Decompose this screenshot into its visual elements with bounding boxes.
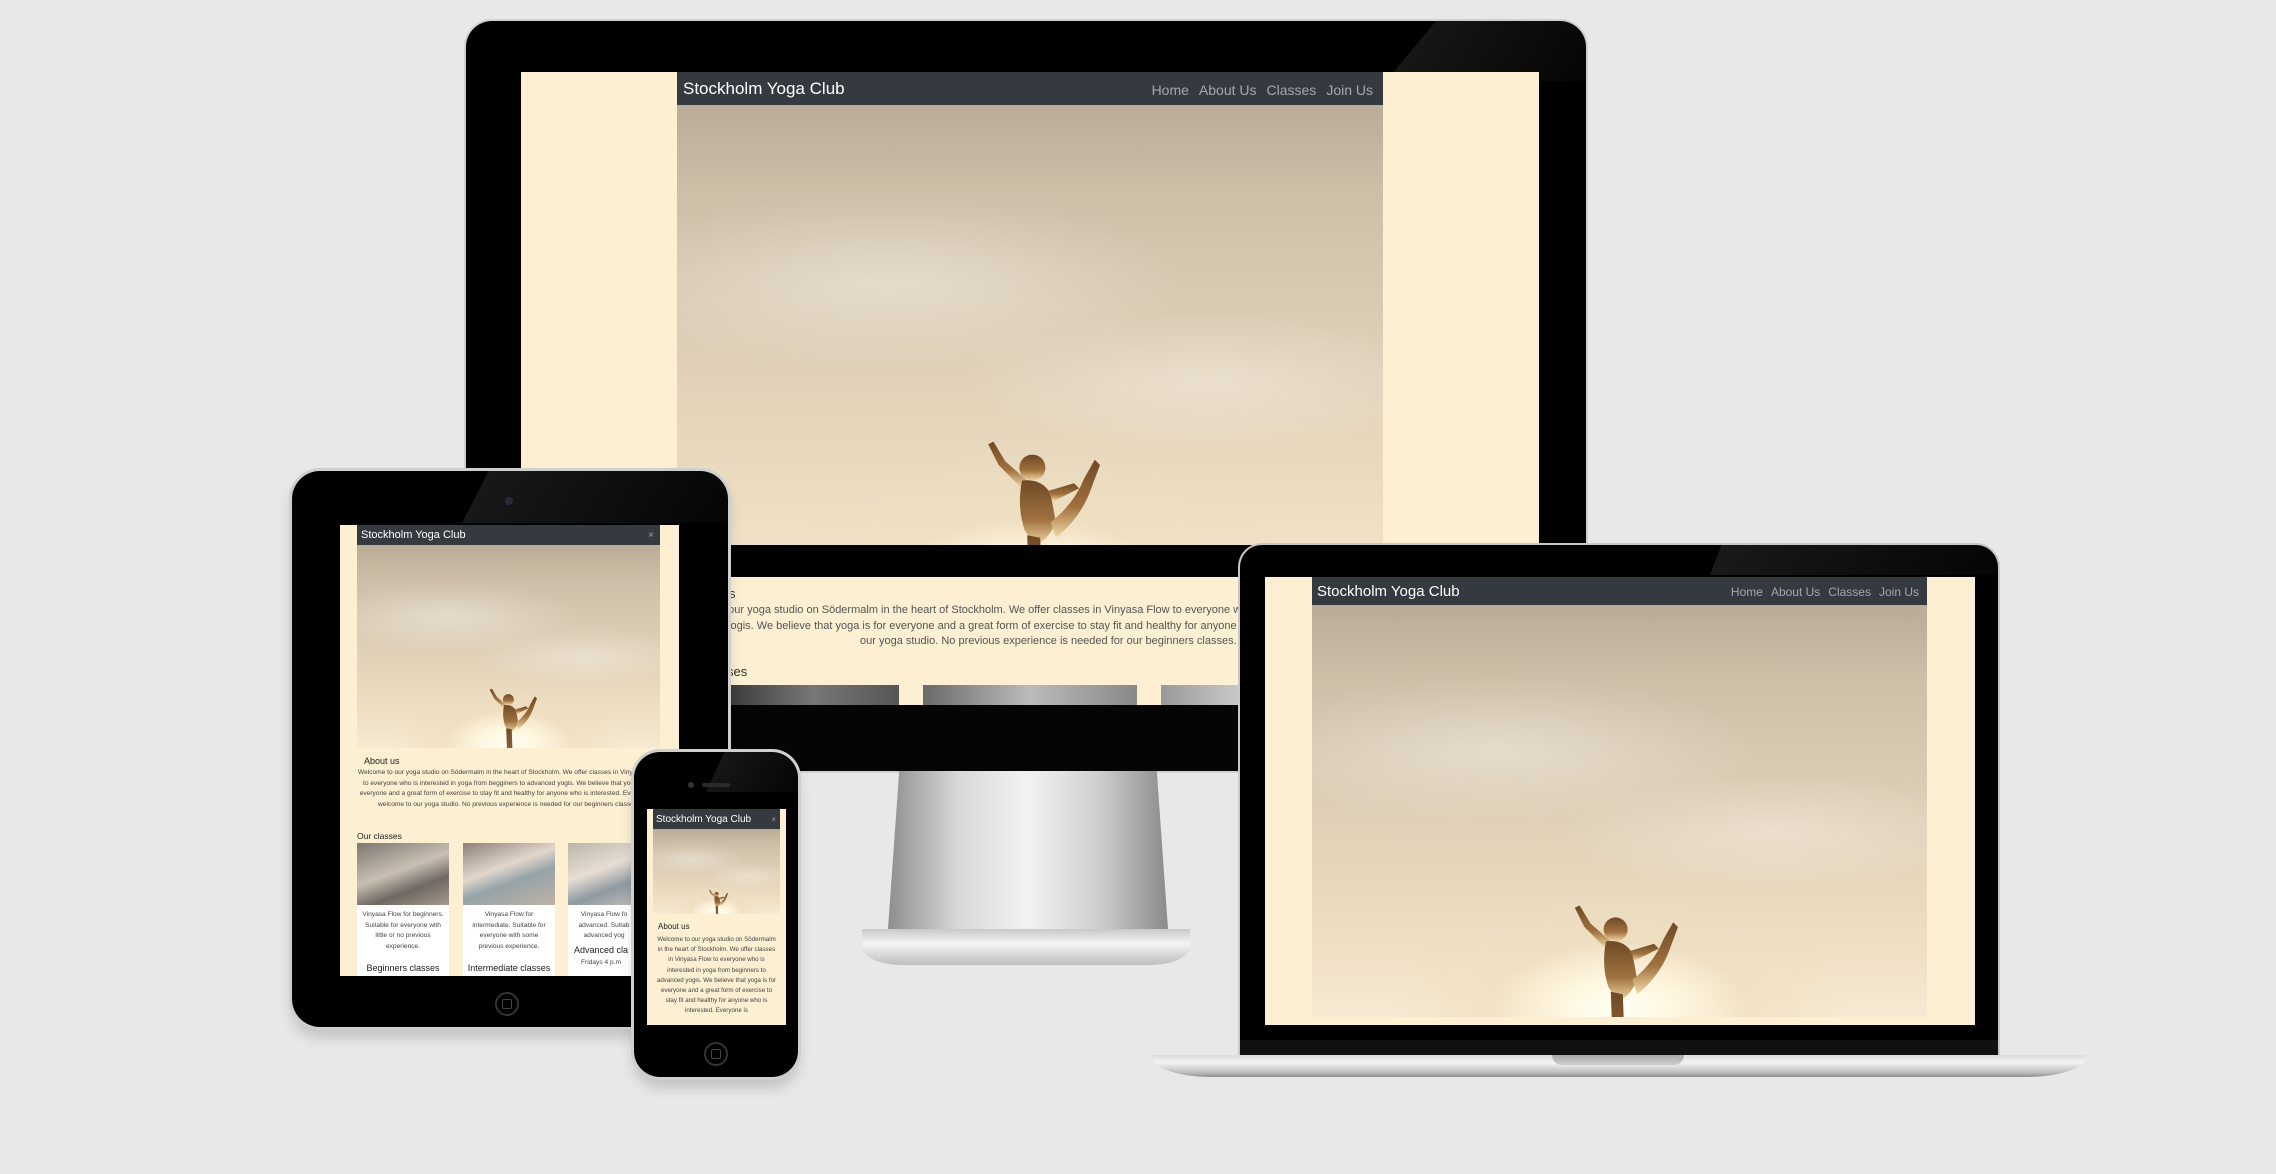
yoga-figure-icon [1558, 891, 1678, 1017]
desktop-classes-heading: ses [727, 664, 748, 679]
desktop-class-card-image [727, 685, 899, 705]
laptop-screen: Stockholm Yoga Club Home About Us Classe… [1265, 577, 1975, 1025]
nav-about-link[interactable]: About Us [1771, 585, 1820, 599]
nav-classes-link[interactable]: Classes [1267, 82, 1317, 98]
hero-image [653, 829, 780, 914]
nav-classes-link[interactable]: Classes [1828, 585, 1871, 599]
class-card[interactable]: Vinyasa Flow for beginners. Suitable for… [357, 843, 449, 976]
desktop-about-line: yogis. We believe that yoga is for every… [725, 620, 1286, 632]
phone-camera-icon [688, 782, 694, 788]
class-card-image [463, 843, 555, 905]
class-card-title: Beginners classes [366, 963, 440, 973]
laptop-navbar: Stockholm Yoga Club Home About Us Classe… [1312, 577, 1927, 605]
nav-links: Home About Us Classes Join Us [1152, 79, 1373, 98]
nav-brand[interactable]: Stockholm Yoga Club [361, 529, 466, 541]
laptop-notch [1552, 1055, 1684, 1065]
nav-join-link[interactable]: Join Us [1879, 585, 1919, 599]
class-card-title: Advanced cla [574, 945, 629, 955]
nav-home-link[interactable]: Home [1152, 82, 1189, 98]
class-card-desc: Vinyasa Flow for beginners. Suitable for… [362, 911, 444, 950]
yoga-figure-icon [482, 682, 537, 748]
nav-brand[interactable]: Stockholm Yoga Club [683, 79, 845, 99]
classes-heading: Our classes [357, 831, 402, 841]
phone-home-button[interactable] [704, 1042, 728, 1066]
about-text: Welcome to our yoga studio on Södermalm … [357, 769, 660, 808]
desktop-stand [888, 771, 1168, 929]
tablet-navbar: Stockholm Yoga Club × [357, 525, 660, 545]
class-card[interactable]: Vinyasa Flow for intermediate. Suitable … [463, 843, 555, 976]
class-card-desc: Vinyasa Flow for intermediate. Suitable … [472, 911, 546, 950]
phone-speaker [702, 783, 730, 787]
class-card-desc: Vinyasa Flow fo advanced. Suitab advance… [578, 911, 630, 939]
class-card-title: Intermediate classes [467, 963, 551, 973]
desktop-about-line: o our yoga studio on Södermalm in the he… [719, 604, 1286, 616]
laptop-hinge [1240, 1040, 1998, 1055]
hero-image [357, 545, 660, 748]
desktop-navbar: Stockholm Yoga Club Home About Us Classe… [677, 72, 1383, 105]
nav-brand[interactable]: Stockholm Yoga Club [656, 814, 751, 825]
tablet-screen: Stockholm Yoga Club × About us Welcome t… [340, 525, 679, 976]
desktop-about-heading: s [729, 586, 736, 601]
nav-home-link[interactable]: Home [1731, 585, 1763, 599]
nav-links: Home About Us Classes Join Us [1731, 583, 1919, 599]
desktop-page: Stockholm Yoga Club Home About Us Classe… [677, 72, 1383, 545]
desktop-about-line: our yoga studio. No previous experience … [860, 635, 1237, 647]
yoga-figure-icon [970, 426, 1100, 545]
nav-toggle-icon[interactable]: × [771, 815, 776, 824]
nav-about-link[interactable]: About Us [1199, 82, 1257, 98]
phone-page: Stockholm Yoga Club × About us Welcome t… [653, 809, 780, 1025]
laptop-page: Stockholm Yoga Club Home About Us Classe… [1312, 577, 1927, 1025]
phone-screen: Stockholm Yoga Club × About us Welcome t… [647, 809, 786, 1025]
tablet-home-button[interactable] [495, 992, 519, 1016]
about-heading: About us [364, 756, 400, 766]
nav-toggle-icon[interactable]: × [648, 530, 654, 541]
yoga-figure-icon [706, 887, 728, 914]
desktop-class-card-image [923, 685, 1137, 705]
about-text: Welcome to our yoga studio on Södermalm … [656, 936, 777, 1015]
desktop-stand-base [862, 929, 1190, 965]
about-heading: About us [658, 922, 690, 931]
hero-image [1312, 605, 1927, 1017]
tablet-page: Stockholm Yoga Club × About us Welcome t… [357, 525, 660, 976]
tablet-camera-icon [505, 497, 513, 505]
class-card-extra: Fridays 4 p.m [581, 959, 621, 966]
phone-navbar: Stockholm Yoga Club × [653, 809, 780, 829]
nav-join-link[interactable]: Join Us [1326, 82, 1373, 98]
hero-image [677, 104, 1383, 545]
nav-brand[interactable]: Stockholm Yoga Club [1317, 583, 1460, 600]
class-card-image [357, 843, 449, 905]
